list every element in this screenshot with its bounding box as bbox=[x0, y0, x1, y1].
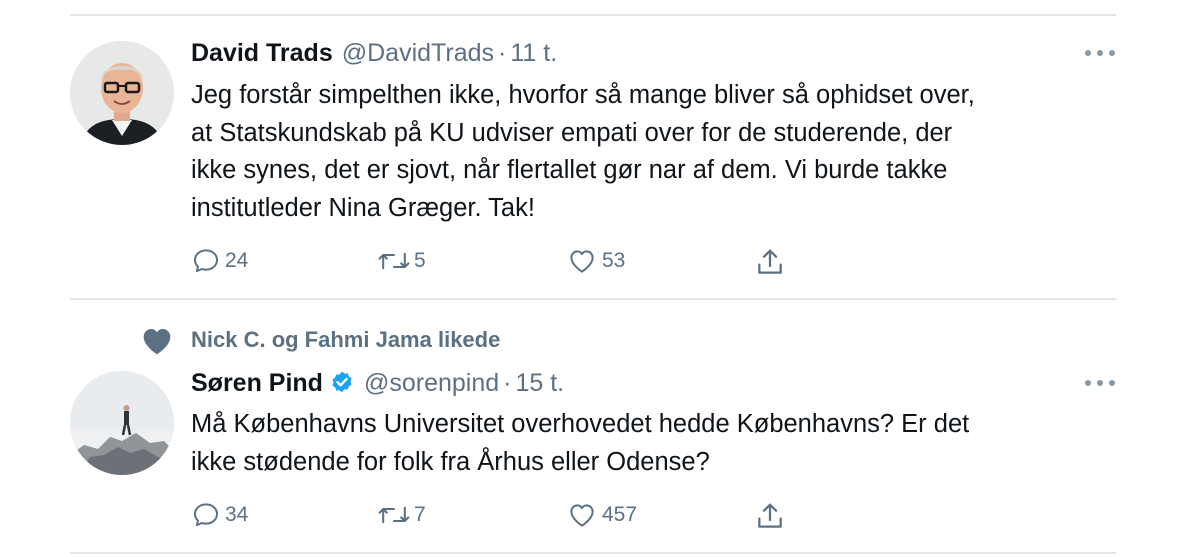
share-icon bbox=[758, 249, 782, 274]
tweet-time[interactable]: 11 t. bbox=[510, 39, 557, 68]
top-divider bbox=[70, 14, 1116, 16]
tweet-header: Søren Pind @sorenpind · 15 t. bbox=[191, 366, 564, 400]
retweet-icon bbox=[378, 252, 410, 270]
author-name[interactable]: Søren Pind bbox=[191, 369, 323, 398]
reply-icon bbox=[194, 503, 218, 527]
more-icon[interactable] bbox=[1085, 48, 1115, 58]
retweet-count: 5 bbox=[414, 249, 426, 272]
social-context[interactable]: Nick C. og Fahmi Jama likede bbox=[191, 327, 500, 353]
tweet-actions: 34 7 457 bbox=[0, 500, 1200, 536]
tweet-text-line: ikke synes, det er sjovt, når flertallet… bbox=[191, 156, 948, 184]
reply-button[interactable]: 24 bbox=[191, 246, 248, 276]
share-icon bbox=[758, 503, 782, 528]
reply-count: 34 bbox=[225, 503, 249, 526]
tweet-header: David Trads @DavidTrads · 11 t. bbox=[191, 36, 557, 70]
tweet-text-line: ikke stødende for folk fra Århus eller O… bbox=[191, 447, 710, 476]
more-icon[interactable] bbox=[1085, 378, 1115, 388]
share-button[interactable] bbox=[754, 246, 786, 278]
like-count: 457 bbox=[602, 503, 638, 526]
bottom-divider bbox=[70, 552, 1116, 554]
tweet-text-line: Må Københavns Universitet overhovedet he… bbox=[191, 410, 970, 438]
tweet-time[interactable]: 15 t. bbox=[515, 369, 564, 398]
avatar-portrait-icon bbox=[70, 41, 174, 145]
tweet-actions: 24 5 53 bbox=[0, 246, 1200, 282]
reply-count: 24 bbox=[225, 249, 249, 272]
retweet-button[interactable]: 5 bbox=[376, 246, 426, 276]
tweet-text: Jeg forstår simpelthen ikke, hvorfor så … bbox=[191, 77, 975, 227]
author-handle[interactable]: @DavidTrads bbox=[342, 39, 494, 68]
tweet-text-line: at Statskundskab på KU udviser empati ov… bbox=[191, 118, 953, 147]
tweet-text-line: institutleder Nina Græger. Tak! bbox=[191, 193, 535, 222]
like-icon bbox=[570, 504, 594, 527]
tweet-text: Må Københavns Universitet overhovedet he… bbox=[191, 406, 969, 481]
retweet-icon bbox=[378, 506, 410, 524]
reply-icon bbox=[194, 249, 218, 273]
retweet-button[interactable]: 7 bbox=[376, 500, 426, 530]
like-button[interactable]: 457 bbox=[566, 500, 637, 530]
separator-dot: · bbox=[498, 38, 507, 67]
avatar-soren-pind[interactable] bbox=[70, 371, 174, 475]
author-name[interactable]: David Trads bbox=[191, 39, 333, 68]
reply-button[interactable]: 34 bbox=[191, 500, 248, 530]
avatar-photo-icon bbox=[70, 371, 174, 475]
share-button[interactable] bbox=[754, 500, 786, 532]
like-icon bbox=[570, 250, 594, 273]
tweet-divider bbox=[70, 298, 1116, 300]
like-count: 53 bbox=[602, 249, 626, 272]
retweet-count: 7 bbox=[414, 503, 426, 526]
verified-badge-icon bbox=[332, 371, 352, 393]
avatar-david-trads[interactable] bbox=[70, 41, 174, 145]
tweet-text-line: Jeg forstår simpelthen ikke, hvorfor så … bbox=[191, 81, 975, 109]
liked-heart-icon bbox=[143, 329, 171, 355]
separator-dot: · bbox=[503, 368, 512, 397]
author-handle[interactable]: @sorenpind bbox=[364, 369, 499, 398]
like-button[interactable]: 53 bbox=[566, 246, 625, 276]
